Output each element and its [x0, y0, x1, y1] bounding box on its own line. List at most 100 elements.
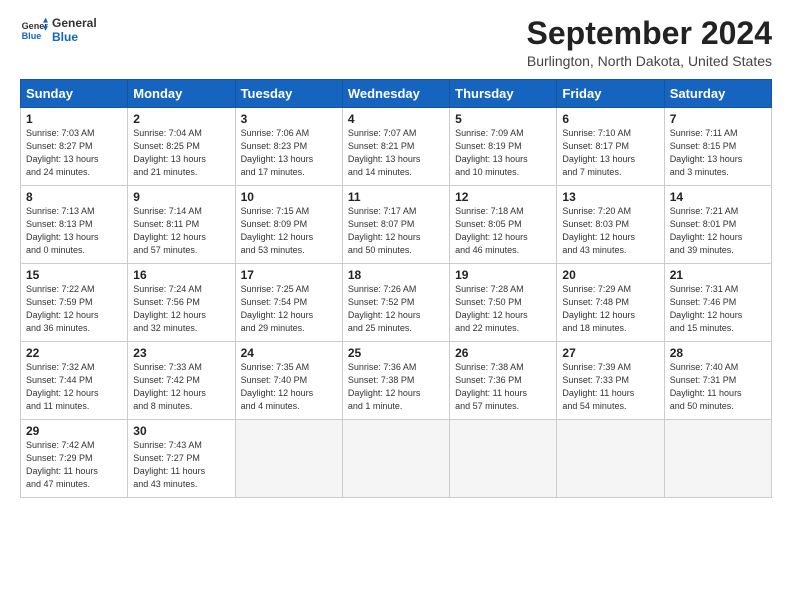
- calendar-cell: 14Sunrise: 7:21 AM Sunset: 8:01 PM Dayli…: [664, 186, 771, 264]
- calendar-week-4: 22Sunrise: 7:32 AM Sunset: 7:44 PM Dayli…: [21, 342, 772, 420]
- calendar-cell: 23Sunrise: 7:33 AM Sunset: 7:42 PM Dayli…: [128, 342, 235, 420]
- day-number: 20: [562, 268, 658, 282]
- col-header-wednesday: Wednesday: [342, 80, 449, 108]
- day-number: 5: [455, 112, 551, 126]
- calendar-cell: [235, 420, 342, 498]
- calendar-cell: 13Sunrise: 7:20 AM Sunset: 8:03 PM Dayli…: [557, 186, 664, 264]
- logo-line1: General: [52, 16, 97, 30]
- calendar-cell: 10Sunrise: 7:15 AM Sunset: 8:09 PM Dayli…: [235, 186, 342, 264]
- day-info: Sunrise: 7:03 AM Sunset: 8:27 PM Dayligh…: [26, 127, 122, 179]
- calendar-cell: [342, 420, 449, 498]
- calendar-cell: 3Sunrise: 7:06 AM Sunset: 8:23 PM Daylig…: [235, 108, 342, 186]
- day-number: 14: [670, 190, 766, 204]
- day-number: 7: [670, 112, 766, 126]
- day-info: Sunrise: 7:39 AM Sunset: 7:33 PM Dayligh…: [562, 361, 658, 413]
- day-info: Sunrise: 7:15 AM Sunset: 8:09 PM Dayligh…: [241, 205, 337, 257]
- calendar-cell: 24Sunrise: 7:35 AM Sunset: 7:40 PM Dayli…: [235, 342, 342, 420]
- day-number: 17: [241, 268, 337, 282]
- calendar-cell: 28Sunrise: 7:40 AM Sunset: 7:31 PM Dayli…: [664, 342, 771, 420]
- logo-icon: General Blue: [20, 16, 48, 44]
- day-number: 19: [455, 268, 551, 282]
- calendar-week-5: 29Sunrise: 7:42 AM Sunset: 7:29 PM Dayli…: [21, 420, 772, 498]
- calendar-week-3: 15Sunrise: 7:22 AM Sunset: 7:59 PM Dayli…: [21, 264, 772, 342]
- calendar-cell: [664, 420, 771, 498]
- logo-line2: Blue: [52, 30, 97, 44]
- day-number: 29: [26, 424, 122, 438]
- calendar-cell: 5Sunrise: 7:09 AM Sunset: 8:19 PM Daylig…: [450, 108, 557, 186]
- calendar-cell: 25Sunrise: 7:36 AM Sunset: 7:38 PM Dayli…: [342, 342, 449, 420]
- day-number: 13: [562, 190, 658, 204]
- calendar-cell: 20Sunrise: 7:29 AM Sunset: 7:48 PM Dayli…: [557, 264, 664, 342]
- calendar-cell: 4Sunrise: 7:07 AM Sunset: 8:21 PM Daylig…: [342, 108, 449, 186]
- calendar-cell: 1Sunrise: 7:03 AM Sunset: 8:27 PM Daylig…: [21, 108, 128, 186]
- col-header-monday: Monday: [128, 80, 235, 108]
- day-number: 16: [133, 268, 229, 282]
- month-title: September 2024: [527, 16, 772, 51]
- day-info: Sunrise: 7:07 AM Sunset: 8:21 PM Dayligh…: [348, 127, 444, 179]
- day-info: Sunrise: 7:09 AM Sunset: 8:19 PM Dayligh…: [455, 127, 551, 179]
- day-info: Sunrise: 7:22 AM Sunset: 7:59 PM Dayligh…: [26, 283, 122, 335]
- calendar-cell: 2Sunrise: 7:04 AM Sunset: 8:25 PM Daylig…: [128, 108, 235, 186]
- calendar-cell: [557, 420, 664, 498]
- day-number: 6: [562, 112, 658, 126]
- day-info: Sunrise: 7:14 AM Sunset: 8:11 PM Dayligh…: [133, 205, 229, 257]
- calendar-cell: 21Sunrise: 7:31 AM Sunset: 7:46 PM Dayli…: [664, 264, 771, 342]
- calendar-cell: 16Sunrise: 7:24 AM Sunset: 7:56 PM Dayli…: [128, 264, 235, 342]
- col-header-saturday: Saturday: [664, 80, 771, 108]
- title-block: September 2024 Burlington, North Dakota,…: [527, 16, 772, 69]
- col-header-tuesday: Tuesday: [235, 80, 342, 108]
- day-number: 24: [241, 346, 337, 360]
- day-info: Sunrise: 7:40 AM Sunset: 7:31 PM Dayligh…: [670, 361, 766, 413]
- day-number: 4: [348, 112, 444, 126]
- page: General Blue General Blue September 2024…: [0, 0, 792, 508]
- day-info: Sunrise: 7:35 AM Sunset: 7:40 PM Dayligh…: [241, 361, 337, 413]
- calendar-week-2: 8Sunrise: 7:13 AM Sunset: 8:13 PM Daylig…: [21, 186, 772, 264]
- calendar-cell: 30Sunrise: 7:43 AM Sunset: 7:27 PM Dayli…: [128, 420, 235, 498]
- day-number: 25: [348, 346, 444, 360]
- day-number: 12: [455, 190, 551, 204]
- day-number: 9: [133, 190, 229, 204]
- day-info: Sunrise: 7:36 AM Sunset: 7:38 PM Dayligh…: [348, 361, 444, 413]
- col-header-thursday: Thursday: [450, 80, 557, 108]
- day-number: 10: [241, 190, 337, 204]
- day-number: 2: [133, 112, 229, 126]
- day-number: 8: [26, 190, 122, 204]
- calendar-cell: 12Sunrise: 7:18 AM Sunset: 8:05 PM Dayli…: [450, 186, 557, 264]
- col-header-friday: Friday: [557, 80, 664, 108]
- day-info: Sunrise: 7:33 AM Sunset: 7:42 PM Dayligh…: [133, 361, 229, 413]
- day-number: 15: [26, 268, 122, 282]
- col-header-sunday: Sunday: [21, 80, 128, 108]
- calendar-cell: 22Sunrise: 7:32 AM Sunset: 7:44 PM Dayli…: [21, 342, 128, 420]
- calendar-cell: 19Sunrise: 7:28 AM Sunset: 7:50 PM Dayli…: [450, 264, 557, 342]
- header-row: SundayMondayTuesdayWednesdayThursdayFrid…: [21, 80, 772, 108]
- logo: General Blue General Blue: [20, 16, 97, 44]
- calendar-table: SundayMondayTuesdayWednesdayThursdayFrid…: [20, 79, 772, 498]
- day-info: Sunrise: 7:26 AM Sunset: 7:52 PM Dayligh…: [348, 283, 444, 335]
- header: General Blue General Blue September 2024…: [20, 16, 772, 69]
- calendar-cell: 26Sunrise: 7:38 AM Sunset: 7:36 PM Dayli…: [450, 342, 557, 420]
- day-info: Sunrise: 7:04 AM Sunset: 8:25 PM Dayligh…: [133, 127, 229, 179]
- day-number: 21: [670, 268, 766, 282]
- day-number: 23: [133, 346, 229, 360]
- location: Burlington, North Dakota, United States: [527, 53, 772, 69]
- calendar-cell: 27Sunrise: 7:39 AM Sunset: 7:33 PM Dayli…: [557, 342, 664, 420]
- day-info: Sunrise: 7:43 AM Sunset: 7:27 PM Dayligh…: [133, 439, 229, 491]
- day-info: Sunrise: 7:31 AM Sunset: 7:46 PM Dayligh…: [670, 283, 766, 335]
- calendar-cell: 17Sunrise: 7:25 AM Sunset: 7:54 PM Dayli…: [235, 264, 342, 342]
- svg-text:Blue: Blue: [22, 31, 42, 41]
- day-info: Sunrise: 7:21 AM Sunset: 8:01 PM Dayligh…: [670, 205, 766, 257]
- day-info: Sunrise: 7:42 AM Sunset: 7:29 PM Dayligh…: [26, 439, 122, 491]
- day-info: Sunrise: 7:06 AM Sunset: 8:23 PM Dayligh…: [241, 127, 337, 179]
- day-number: 28: [670, 346, 766, 360]
- calendar-cell: 9Sunrise: 7:14 AM Sunset: 8:11 PM Daylig…: [128, 186, 235, 264]
- day-info: Sunrise: 7:28 AM Sunset: 7:50 PM Dayligh…: [455, 283, 551, 335]
- calendar-cell: 7Sunrise: 7:11 AM Sunset: 8:15 PM Daylig…: [664, 108, 771, 186]
- day-number: 18: [348, 268, 444, 282]
- calendar-cell: 15Sunrise: 7:22 AM Sunset: 7:59 PM Dayli…: [21, 264, 128, 342]
- day-number: 26: [455, 346, 551, 360]
- calendar-cell: 11Sunrise: 7:17 AM Sunset: 8:07 PM Dayli…: [342, 186, 449, 264]
- day-info: Sunrise: 7:29 AM Sunset: 7:48 PM Dayligh…: [562, 283, 658, 335]
- day-info: Sunrise: 7:17 AM Sunset: 8:07 PM Dayligh…: [348, 205, 444, 257]
- day-info: Sunrise: 7:20 AM Sunset: 8:03 PM Dayligh…: [562, 205, 658, 257]
- day-info: Sunrise: 7:10 AM Sunset: 8:17 PM Dayligh…: [562, 127, 658, 179]
